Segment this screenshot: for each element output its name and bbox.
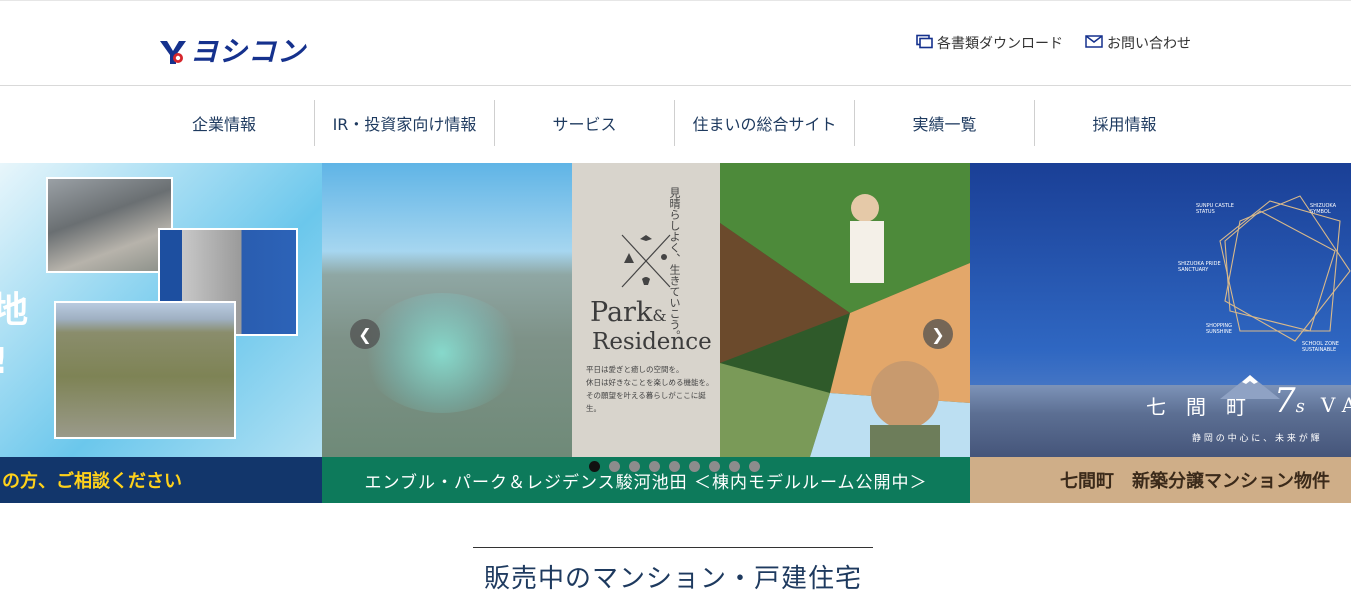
star-label: SHOPPING SUNSHINE (1206, 323, 1232, 335)
slide-land-consult[interactable]: 地 ! の方、ご相談ください (0, 163, 322, 503)
star-label: SCHOOL ZONE SUSTAINABLE (1302, 341, 1339, 353)
city-view-photo (322, 163, 572, 457)
star-label: SUNPU CASTLE STATUS (1196, 203, 1234, 215)
lifestyle-collage-art (720, 163, 970, 457)
company-logo[interactable]: ヨシコン (158, 37, 306, 67)
download-link[interactable]: 各書類ダウンロード (916, 33, 1063, 53)
hero-carousel: 地 ! の方、ご相談ください 見晴らしよく、生きていこう。 (0, 163, 1351, 503)
park-emblem-icon (618, 231, 674, 295)
chevron-left-icon: ❮ (358, 324, 372, 344)
carousel-dot[interactable] (669, 461, 680, 472)
banner-copy-line: その願望を叶える暮らしがここに誕生。 (586, 391, 706, 413)
carousel-next-button[interactable]: ❯ (923, 319, 953, 349)
slide-subline: 静 岡 の 中 心 に 、 未 来 が 輝 (1192, 434, 1320, 444)
nav-item-works[interactable]: 実績一覧 (854, 100, 1034, 146)
star-label: SHIZUOKA SYMBOL (1310, 203, 1337, 215)
slide-park-residence[interactable]: 見晴らしよく、生きていこう。 Park& Residence 平日は愛ぎと癒しの… (322, 163, 970, 503)
logo-mark-icon (158, 37, 188, 67)
carousel-dot[interactable] (609, 461, 620, 472)
lifestyle-collage (720, 163, 970, 457)
header: ヨシコン 各書類ダウンロード お問い合わせ (0, 0, 1351, 86)
carousel-dot[interactable] (589, 461, 600, 472)
utility-links: 各書類ダウンロード お問い合わせ (916, 33, 1191, 53)
park-residence-banner: 見晴らしよく、生きていこう。 Park& Residence 平日は愛ぎと癒しの… (572, 163, 720, 457)
carousel-dot[interactable] (689, 461, 700, 472)
banner-copy-line: 平日は愛ぎと癒しの空間を。 (586, 365, 684, 374)
slide-shichiken-cho[interactable]: SUNPU CASTLE STATUS SHIZUOKA SYMBOL SHIZ… (970, 163, 1351, 503)
banner-copy: 平日は愛ぎと癒しの空間を。 休日は好きなことを楽しめる機能を。 その願望を叶える… (586, 363, 720, 415)
nav-item-ir[interactable]: IR・投資家向け情報 (314, 100, 494, 146)
location-glow (362, 293, 522, 413)
download-link-label: 各書類ダウンロード (937, 36, 1063, 52)
carousel-dot[interactable] (729, 461, 740, 472)
land-aerial-photo (54, 301, 236, 439)
carousel-dot[interactable] (709, 461, 720, 472)
star-label: SHIZUOKA PRIDE SANCTUARY (1178, 261, 1221, 273)
banner-title-park: Park& (590, 297, 667, 328)
nav-item-company[interactable]: 企業情報 (134, 100, 314, 146)
carousel-dot[interactable] (749, 461, 760, 472)
carousel-prev-button[interactable]: ❮ (350, 319, 380, 349)
nav-item-recruit[interactable]: 採用情報 (1034, 100, 1214, 146)
slide-caption: 七間町 新築分譲マンション物件 (970, 457, 1351, 503)
nav-item-housing[interactable]: 住まいの総合サイト (674, 100, 854, 146)
carousel-dot[interactable] (649, 461, 660, 472)
mail-icon (1085, 34, 1103, 52)
slide-headline: 七 間 町 (1146, 395, 1246, 419)
slide-big-char-2: ! (0, 341, 8, 382)
main-nav: 企業情報 IR・投資家向け情報 サービス 住まいの総合サイト 実績一覧 採用情報 (134, 100, 1214, 146)
contact-link-label: お問い合わせ (1107, 36, 1191, 52)
section-title-for-sale: 販売中のマンション・戸建住宅 (473, 547, 873, 595)
nav-item-services[interactable]: サービス (494, 100, 674, 146)
logo-text: ヨシコン (190, 35, 307, 68)
slide-big-char-1: 地 (0, 290, 29, 331)
factory-aerial-photo (46, 177, 173, 273)
banner-copy-line: 休日は好きなことを楽しめる機能を。 (586, 378, 714, 387)
monitor-icon (916, 34, 933, 53)
carousel-dot[interactable] (629, 461, 640, 472)
chevron-right-icon: ❯ (931, 324, 945, 344)
contact-link[interactable]: お問い合わせ (1085, 33, 1191, 53)
brand-logo: 7s V A (1274, 381, 1351, 421)
slide-caption: の方、ご相談ください (0, 457, 322, 503)
banner-title-residence: Residence (592, 329, 712, 355)
carousel-pagination (589, 461, 760, 472)
